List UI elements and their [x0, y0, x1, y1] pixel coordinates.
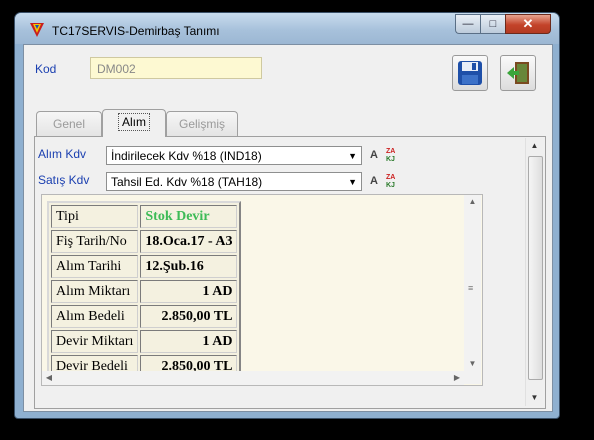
tab-genel[interactable]: Genel: [36, 111, 102, 136]
close-button[interactable]: ✕: [505, 14, 551, 34]
chevron-down-icon: ▼: [348, 177, 357, 187]
info-label: Alım Miktarı: [51, 280, 139, 303]
table-row: Devir Miktarı 1 AD: [51, 330, 238, 353]
app-logo-icon: [30, 23, 44, 37]
maximize-button[interactable]: □: [480, 14, 505, 34]
scroll-down-icon[interactable]: ▼: [526, 390, 543, 405]
svg-text:ZA: ZA: [386, 148, 395, 155]
info-label: Alım Bedeli: [51, 305, 139, 328]
satis-kdv-label: Satış Kdv: [38, 173, 90, 187]
svg-text:KJ: KJ: [386, 182, 395, 188]
scroll-left-icon[interactable]: ◀: [42, 371, 56, 385]
panel-vertical-scrollbar[interactable]: ▲ ▼: [525, 138, 543, 406]
tab-alim[interactable]: Alım: [102, 109, 166, 137]
a-letter-icon[interactable]: A: [368, 148, 380, 162]
minimize-icon: —: [462, 18, 474, 30]
info-label: Tipi: [51, 205, 139, 228]
exit-door-icon: [507, 62, 529, 84]
app-window: TC17SERVIS-Demirbaş Tanımı — □ ✕ Kod DM0…: [14, 12, 560, 419]
scroll-right-icon[interactable]: ▶: [450, 371, 464, 385]
satis-kdv-select[interactable]: Tahsil Ed. Kdv %18 (TAH18) ▼: [106, 172, 362, 191]
info-memo[interactable]: Tipi Stok Devir Fiş Tarih/No 18.Oca.17 -…: [41, 194, 483, 386]
table-row: Alım Bedeli 2.850,00 TL: [51, 305, 238, 328]
tab-genel-label: Genel: [52, 117, 86, 131]
table-row: Fiş Tarih/No 18.Oca.17 - A3: [51, 230, 238, 253]
memo-horizontal-scrollbar[interactable]: ◀ ▶: [42, 371, 464, 385]
az-sort-icon[interactable]: ZA KJ: [385, 146, 401, 162]
alim-kdv-select[interactable]: İndirilecek Kdv %18 (IND18) ▼: [106, 146, 362, 165]
info-label: Devir Miktarı: [51, 330, 139, 353]
window-title: TC17SERVIS-Demirbaş Tanımı: [52, 24, 220, 38]
svg-text:KJ: KJ: [386, 156, 395, 162]
title-bar[interactable]: TC17SERVIS-Demirbaş Tanımı — □ ✕: [15, 13, 559, 44]
table-row: Alım Miktarı 1 AD: [51, 280, 238, 303]
tab-gelismis-label: Gelişmiş: [178, 117, 225, 131]
tab-gelismis[interactable]: Gelişmiş: [166, 111, 238, 136]
chevron-down-icon: ▼: [348, 151, 357, 161]
info-table: Tipi Stok Devir Fiş Tarih/No 18.Oca.17 -…: [47, 201, 242, 382]
svg-text:ZA: ZA: [386, 174, 395, 181]
scroll-grip-icon: ≡: [468, 283, 474, 293]
satis-kdv-value: Tahsil Ed. Kdv %18 (TAH18): [111, 175, 263, 189]
a-letter-icon[interactable]: A: [368, 174, 380, 188]
kod-input[interactable]: DM002: [90, 57, 262, 79]
info-value: 1 AD: [140, 280, 238, 303]
scroll-up-icon[interactable]: ▲: [526, 138, 543, 153]
info-value: 18.Oca.17 - A3: [140, 230, 238, 253]
info-value: 2.850,00 TL: [140, 305, 238, 328]
info-value: 12.Şub.16: [140, 255, 238, 278]
table-row: Tipi Stok Devir: [51, 205, 238, 228]
form-body: Kod DM002 Genel Alım Gelişmiş Alım Kdv İ…: [23, 44, 553, 412]
info-value: 1 AD: [140, 330, 238, 353]
az-sort-icon[interactable]: ZA KJ: [385, 172, 401, 188]
table-row: Alım Tarihi 12.Şub.16: [51, 255, 238, 278]
window-controls: — □ ✕: [455, 14, 551, 34]
alim-kdv-value: İndirilecek Kdv %18 (IND18): [111, 149, 262, 163]
tab-alim-label: Alım: [118, 113, 150, 131]
save-button[interactable]: [452, 55, 488, 91]
info-value: Stok Devir: [140, 205, 238, 228]
memo-vertical-scrollbar[interactable]: ▲ ≡ ▼: [464, 195, 481, 384]
scrollbar-thumb[interactable]: [528, 156, 543, 380]
scroll-up-icon[interactable]: ▲: [464, 195, 481, 209]
info-label: Alım Tarihi: [51, 255, 139, 278]
tab-panel-alim: Alım Kdv İndirilecek Kdv %18 (IND18) ▼ A…: [34, 136, 546, 409]
info-label: Fiş Tarih/No: [51, 230, 139, 253]
floppy-disk-icon: [458, 61, 482, 85]
alim-kdv-label: Alım Kdv: [38, 147, 87, 161]
kod-label: Kod: [35, 62, 57, 76]
scroll-down-icon[interactable]: ▼: [464, 357, 481, 371]
minimize-button[interactable]: —: [455, 14, 480, 34]
close-icon: ✕: [522, 16, 534, 31]
maximize-icon: □: [489, 18, 497, 30]
exit-button[interactable]: [500, 55, 536, 91]
tab-strip: Genel Alım Gelişmiş: [34, 109, 544, 137]
